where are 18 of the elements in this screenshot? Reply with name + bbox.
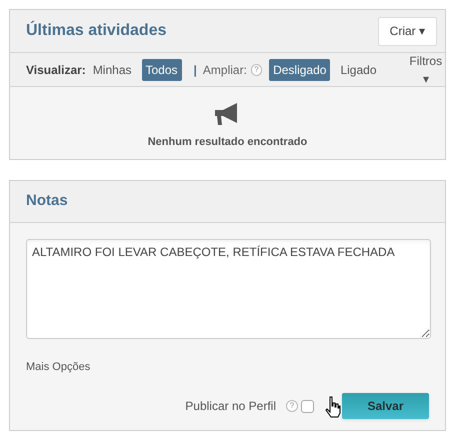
create-dropdown-button[interactable]: Criar ▾ [378,16,437,46]
filter-option[interactable]: Desligado [269,58,330,80]
filter-option[interactable]: Todos [142,58,182,80]
empty-message: Nenhum resultado encontrado [148,135,308,150]
save-button[interactable]: Salvar [342,393,429,419]
panel-title: Últimas atividades [26,20,166,41]
view-label: Visualizar: [26,62,86,78]
publish-checkbox[interactable] [301,400,314,412]
filters-dropdown-button[interactable]: Filtros ▾ [406,52,445,88]
separator: | [194,62,197,78]
more-options-link[interactable]: Mais Opções [26,361,90,373]
note-text-area[interactable]: ALTAMIRO FOI LEVAR CABEÇOTE, RETÍFICA ESTAVA FECHADA [26,239,431,339]
panel-title: Notas [26,191,68,212]
filter-option[interactable]: Ligado [336,58,380,80]
filter-option[interactable]: Minhas [88,58,136,80]
publish-label: Publicar no Perfil [185,398,276,415]
expand-label: Ampliar: [202,62,247,78]
hand-cursor-icon [325,396,341,418]
